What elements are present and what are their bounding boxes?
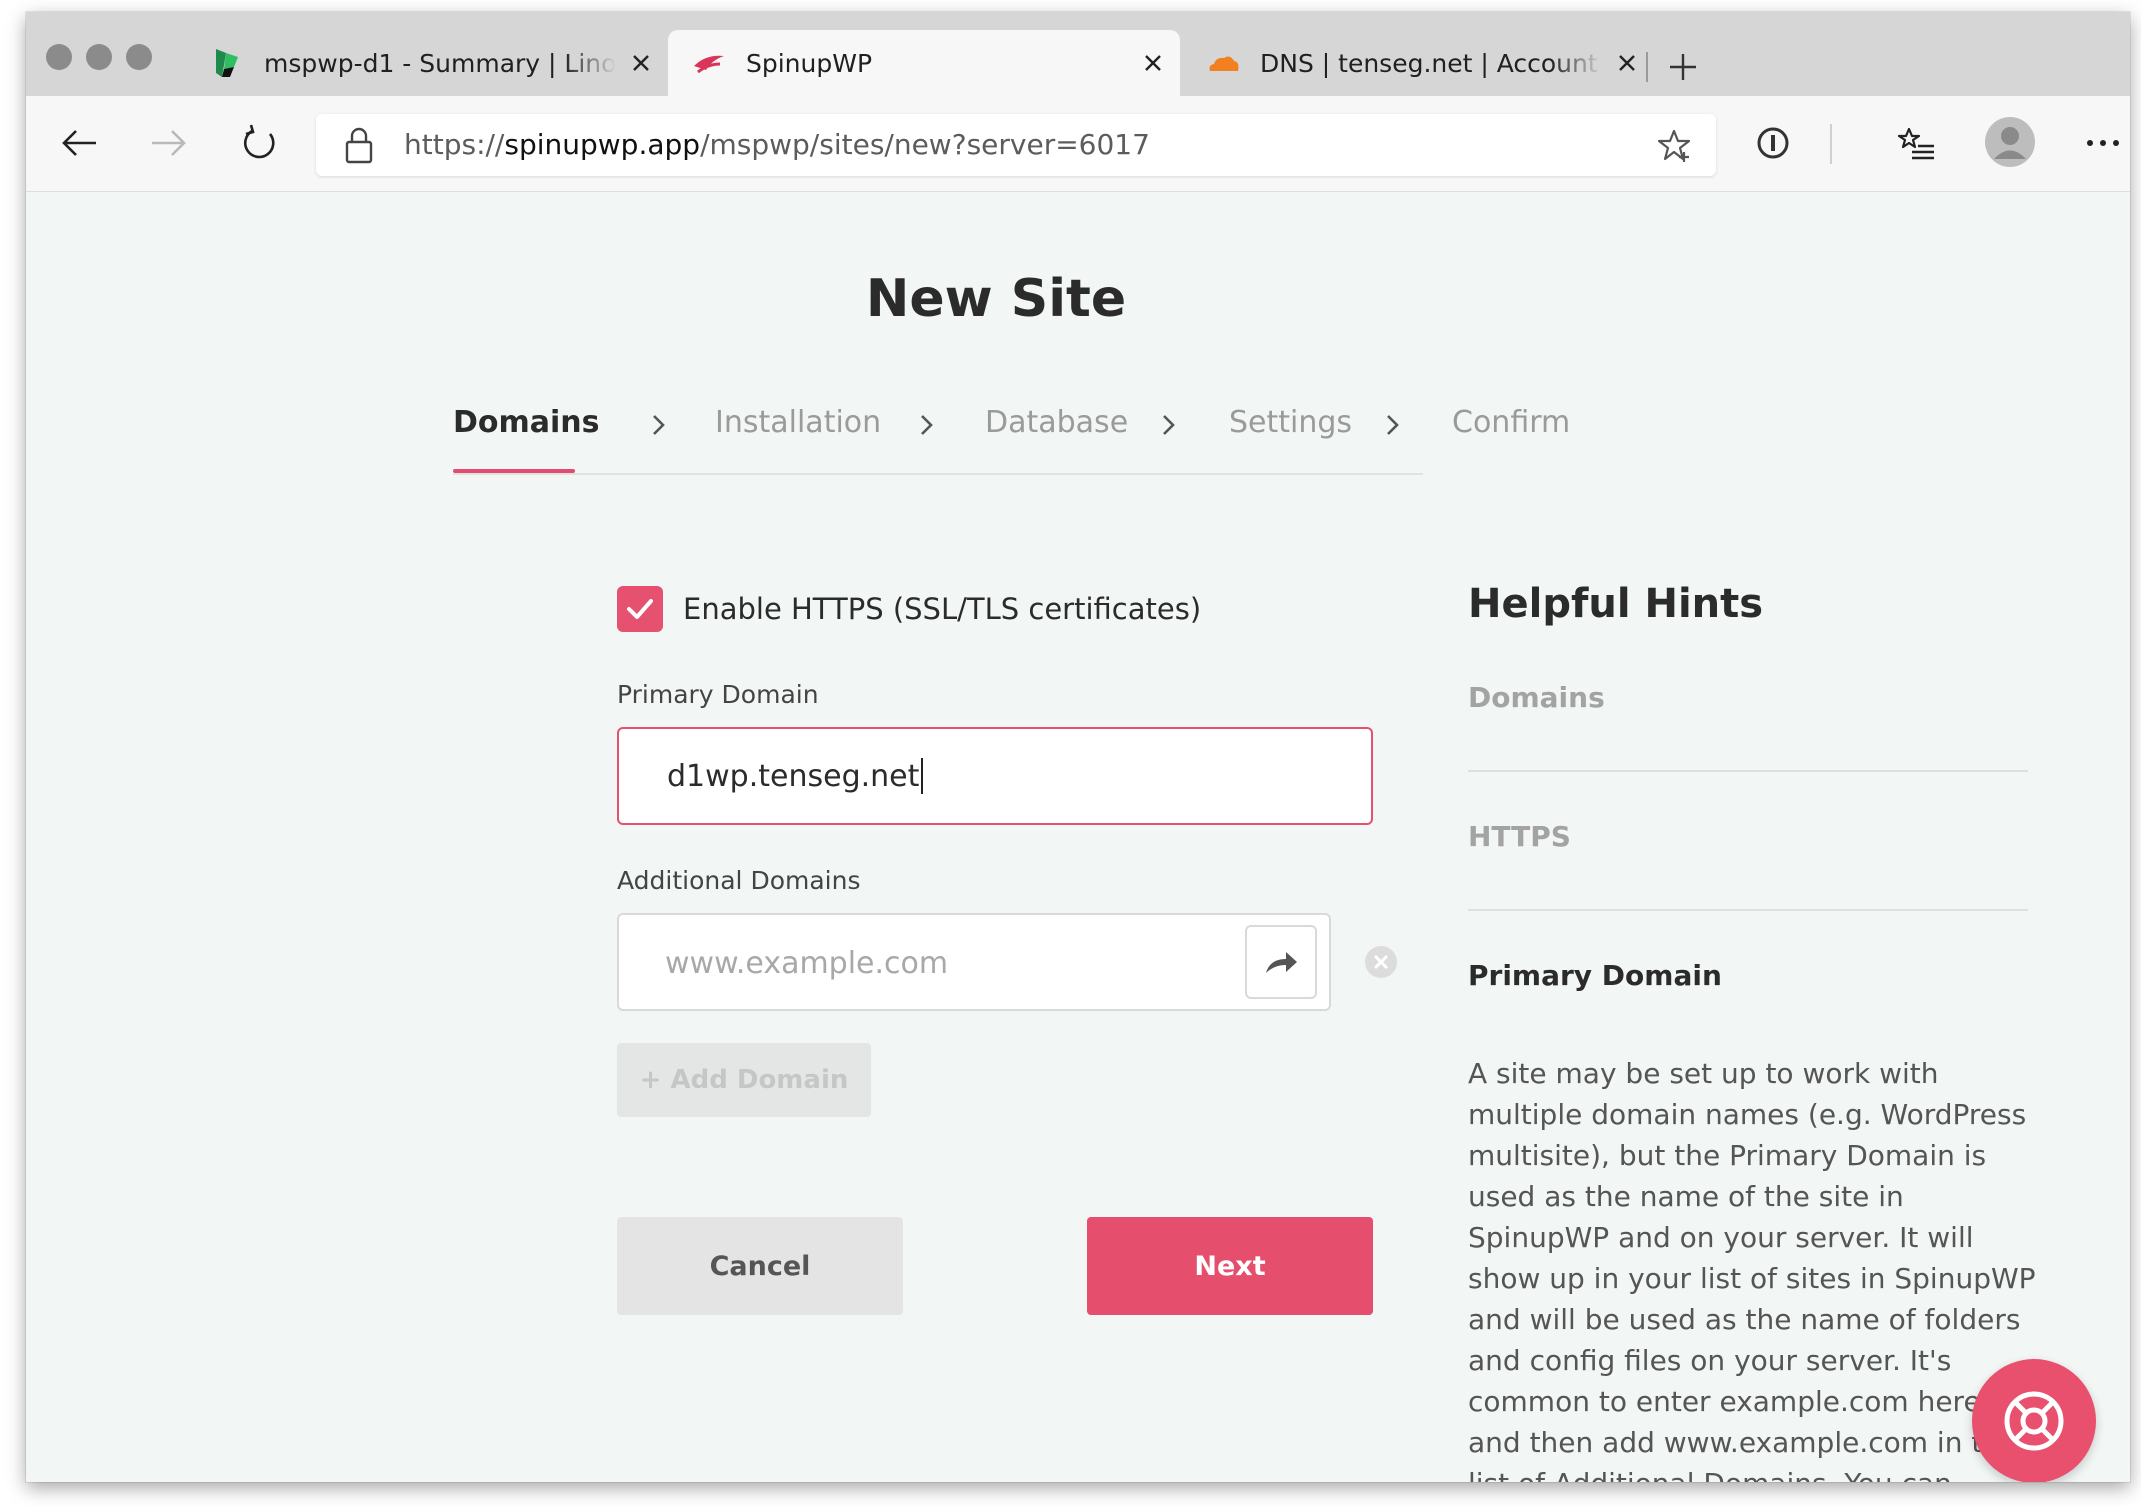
hint-https[interactable]: HTTPS bbox=[1468, 820, 1571, 853]
new-tab-icon[interactable] bbox=[1666, 50, 1700, 84]
toolbar-divider bbox=[1830, 124, 1832, 164]
tab-title: DNS | tenseg.net | Account | Clo bbox=[1260, 48, 1602, 78]
window-close-dot[interactable] bbox=[46, 44, 72, 70]
primary-domain-label: Primary Domain bbox=[617, 680, 819, 709]
step-settings[interactable]: Settings bbox=[1229, 405, 1352, 440]
chevron-right-icon bbox=[1387, 415, 1399, 435]
add-domain-button[interactable]: + Add Domain bbox=[617, 1043, 871, 1117]
tab-cloudflare[interactable]: DNS | tenseg.net | Account | Clo bbox=[1182, 30, 1652, 96]
https-checkbox-label: Enable HTTPS (SSL/TLS certificates) bbox=[683, 592, 1202, 626]
chevron-right-icon bbox=[921, 415, 933, 435]
tab-linode[interactable]: mspwp-d1 - Summary | Linode M bbox=[196, 30, 666, 96]
chevron-right-icon bbox=[1163, 415, 1175, 435]
chevron-right-icon bbox=[653, 415, 665, 435]
tab-separator bbox=[1646, 52, 1648, 82]
url-path: /mspwp/sites/new?server=6017 bbox=[700, 128, 1150, 161]
help-button[interactable] bbox=[1972, 1359, 2096, 1482]
back-icon[interactable] bbox=[56, 120, 102, 166]
additional-domain-field bbox=[617, 913, 1331, 1011]
more-menu-icon[interactable] bbox=[2080, 120, 2126, 166]
next-button[interactable]: Next bbox=[1087, 1217, 1373, 1315]
tab-strip: mspwp-d1 - Summary | Linode M SpinupWP D… bbox=[26, 12, 2130, 96]
page-content: New Site Domains Installation Database S… bbox=[26, 193, 2130, 1482]
text-caret bbox=[921, 758, 924, 794]
step-domains[interactable]: Domains bbox=[453, 405, 600, 440]
url-text: https://spinupwp.app/mspwp/sites/new?ser… bbox=[404, 128, 1150, 161]
wizard-steps: Domains Installation Database Settings C… bbox=[453, 405, 1570, 475]
hint-primary-domain[interactable]: Primary Domain bbox=[1468, 959, 1722, 992]
tab-title: SpinupWP bbox=[746, 48, 873, 78]
browser-window: mspwp-d1 - Summary | Linode M SpinupWP D… bbox=[26, 12, 2130, 1482]
linode-icon bbox=[210, 46, 244, 80]
primary-domain-input[interactable]: d1wp.tenseg.net bbox=[617, 727, 1373, 825]
address-bar[interactable]: https://spinupwp.app/mspwp/sites/new?ser… bbox=[316, 114, 1716, 176]
share-arrow-icon bbox=[1266, 952, 1297, 973]
additional-domains-label: Additional Domains bbox=[617, 866, 861, 895]
forward-icon bbox=[146, 120, 192, 166]
additional-domain-input[interactable] bbox=[665, 943, 1185, 983]
cloudflare-icon bbox=[1206, 46, 1240, 80]
tab-spinupwp[interactable]: SpinupWP bbox=[668, 30, 1180, 96]
close-icon[interactable] bbox=[626, 48, 656, 78]
url-scheme: https:// bbox=[404, 128, 505, 161]
hint-body-text: A site may be set up to work with multip… bbox=[1468, 1057, 2036, 1482]
remove-domain-icon[interactable] bbox=[1363, 944, 1399, 980]
step-confirm[interactable]: Confirm bbox=[1452, 405, 1570, 440]
hint-divider bbox=[1468, 770, 2028, 772]
reload-icon[interactable] bbox=[236, 120, 282, 166]
hint-domains[interactable]: Domains bbox=[1468, 681, 1605, 714]
https-checkbox[interactable] bbox=[617, 586, 663, 632]
redirect-domain-button[interactable] bbox=[1245, 925, 1317, 999]
checkmark-icon bbox=[627, 599, 653, 619]
close-icon[interactable] bbox=[1612, 48, 1642, 78]
close-icon[interactable] bbox=[1138, 48, 1168, 78]
page-title: New Site bbox=[865, 269, 1127, 329]
hint-divider bbox=[1468, 909, 2028, 911]
lifebuoy-icon bbox=[2004, 1391, 2064, 1451]
spinupwp-icon bbox=[692, 46, 726, 80]
window-minimize-dot[interactable] bbox=[86, 44, 112, 70]
hints-title: Helpful Hints bbox=[1468, 581, 1764, 627]
https-checkbox-row[interactable]: Enable HTTPS (SSL/TLS certificates) bbox=[617, 586, 1201, 632]
browser-toolbar: https://spinupwp.app/mspwp/sites/new?ser… bbox=[26, 96, 2130, 192]
active-step-underline bbox=[453, 469, 575, 473]
step-installation[interactable]: Installation bbox=[715, 405, 881, 440]
favorite-star-icon[interactable] bbox=[1657, 128, 1694, 164]
primary-domain-value: d1wp.tenseg.net bbox=[667, 758, 920, 794]
step-database[interactable]: Database bbox=[985, 405, 1128, 440]
favorites-list-icon[interactable] bbox=[1894, 120, 1940, 166]
window-zoom-dot[interactable] bbox=[126, 44, 152, 70]
lock-icon bbox=[342, 126, 376, 164]
tab-title: mspwp-d1 - Summary | Linode M bbox=[264, 48, 616, 78]
profile-avatar-icon[interactable] bbox=[1984, 116, 2036, 168]
url-host: spinupwp.app bbox=[504, 128, 701, 161]
cancel-button[interactable]: Cancel bbox=[617, 1217, 903, 1315]
password-manager-icon[interactable] bbox=[1750, 120, 1796, 166]
